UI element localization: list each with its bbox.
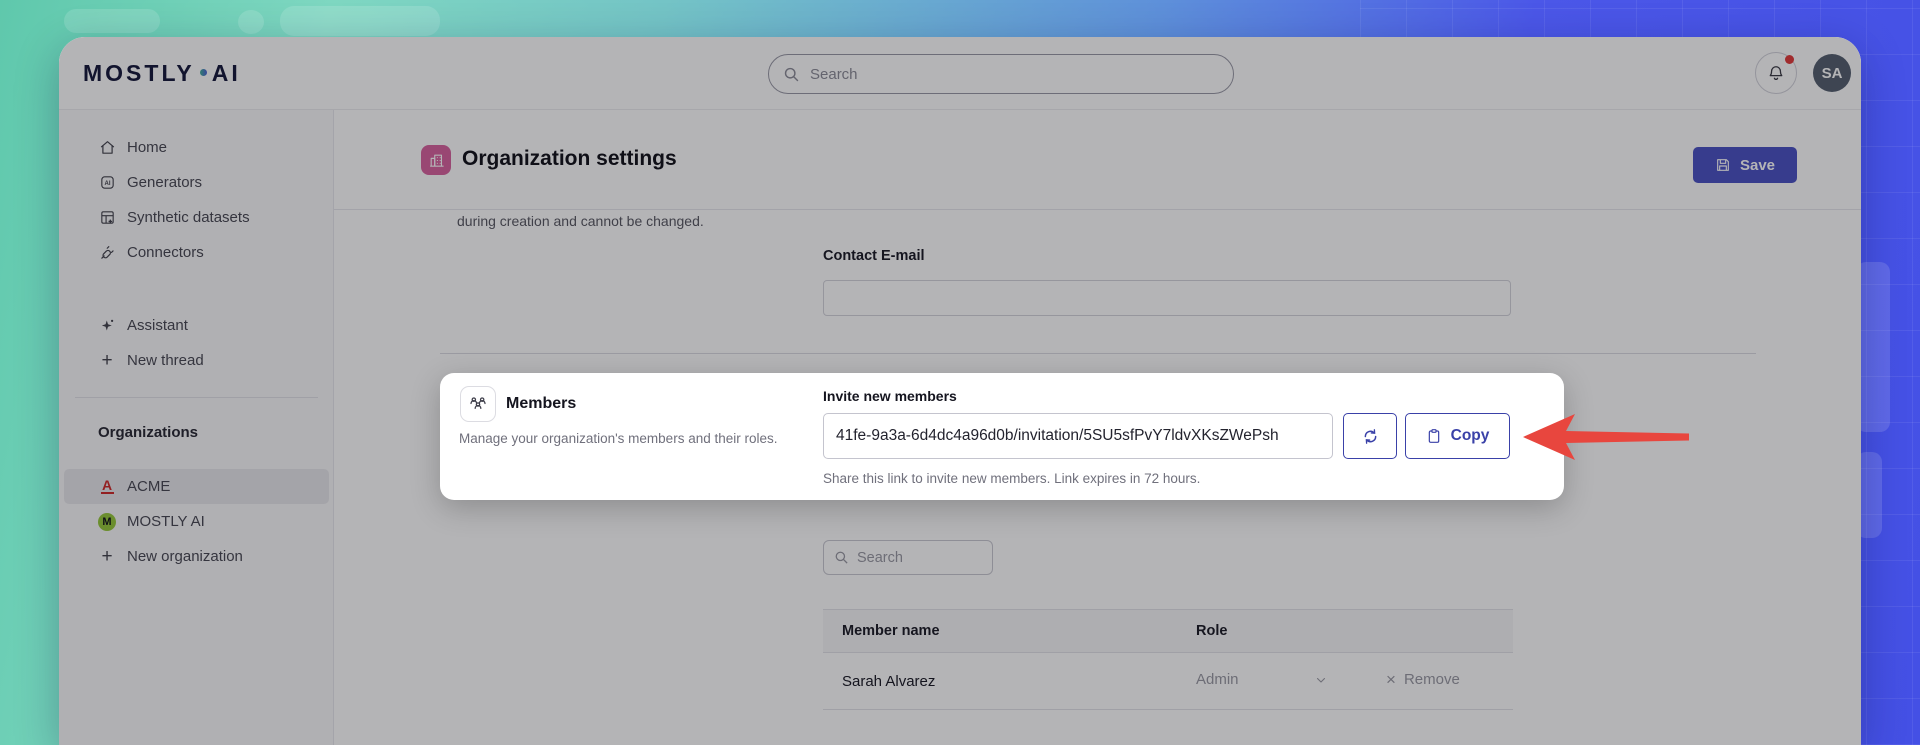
copy-label: Copy: [1450, 427, 1490, 444]
clipboard-icon: [1426, 428, 1442, 444]
refresh-icon: [1361, 427, 1380, 446]
refresh-link-button[interactable]: [1343, 413, 1397, 459]
share-link-hint: Share this link to invite new members. L…: [823, 471, 1201, 486]
invite-members-label: Invite new members: [823, 388, 957, 404]
app-window: MOSTLYAI SA Home AI Generator: [59, 37, 1861, 745]
copy-link-button[interactable]: Copy: [1405, 413, 1510, 459]
members-card-title: Members: [506, 395, 577, 412]
background-shape: [64, 9, 160, 33]
invite-link-input[interactable]: [823, 413, 1333, 459]
members-card: Members Manage your organization's membe…: [440, 373, 1564, 500]
background-shape: [280, 6, 440, 36]
members-group-icon: [460, 386, 496, 422]
background-shape: [1856, 262, 1890, 432]
background-shape: [238, 10, 264, 34]
members-card-description: Manage your organization's members and t…: [459, 431, 778, 446]
pointer-arrow-icon: [1521, 412, 1691, 462]
